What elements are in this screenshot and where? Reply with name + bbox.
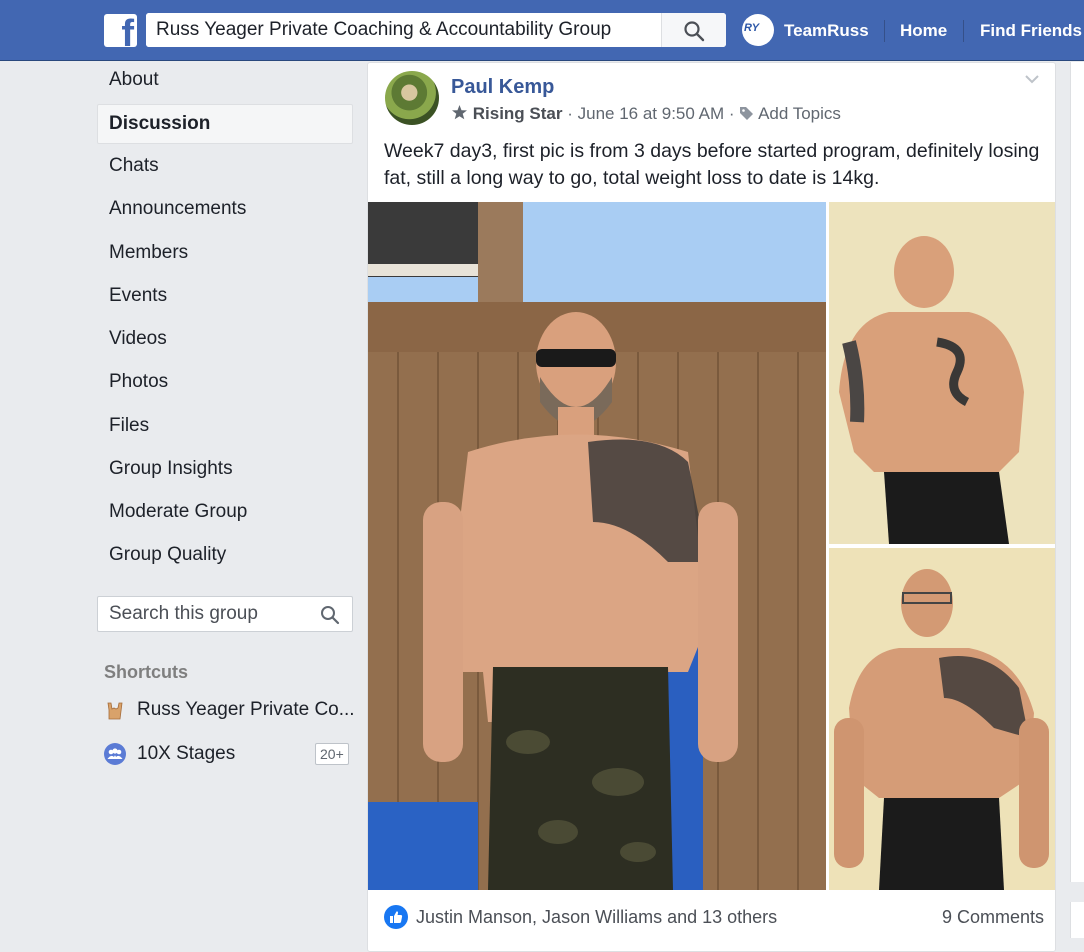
search-icon[interactable] xyxy=(320,605,340,625)
home-link[interactable]: Home xyxy=(900,21,947,41)
meta-separator: · xyxy=(567,104,573,123)
post-author-name[interactable]: Paul Kemp xyxy=(451,76,554,99)
notification-count-badge: 20+ xyxy=(315,743,349,765)
shortcut-russ-yeager-group[interactable]: Russ Yeager Private Co... xyxy=(104,696,355,726)
sidebar-item-chats[interactable]: Chats xyxy=(97,146,353,186)
sidebar-item-videos[interactable]: Videos xyxy=(97,319,353,359)
photo-front-after-image xyxy=(829,548,1055,890)
shortcuts-heading: Shortcuts xyxy=(104,662,189,682)
group-icon xyxy=(104,743,126,765)
sidebar-item-discussion[interactable]: Discussion xyxy=(97,104,353,144)
photo-front-before-image xyxy=(368,202,826,890)
global-search-input[interactable] xyxy=(146,13,651,47)
facebook-logo-icon[interactable]: f xyxy=(104,14,137,47)
meta-separator: · xyxy=(728,104,735,123)
sidebar-item-photos[interactable]: Photos xyxy=(97,362,353,402)
global-search-box xyxy=(146,13,726,47)
comments-count-link[interactable]: 9 Comments xyxy=(942,907,1044,928)
sidebar-item-moderate-group[interactable]: Moderate Group xyxy=(97,492,353,532)
reactions-summary[interactable]: Justin Manson, Jason Williams and 13 oth… xyxy=(416,907,777,928)
star-badge-icon xyxy=(452,105,467,120)
group-search-input[interactable] xyxy=(98,597,330,631)
search-button[interactable] xyxy=(661,13,726,47)
shortcut-label: 10X Stages xyxy=(137,743,236,764)
search-icon xyxy=(684,21,705,42)
chevron-down-icon[interactable] xyxy=(1024,73,1040,85)
shortcut-label: Russ Yeager Private Co... xyxy=(137,699,355,720)
photo-back-image xyxy=(829,202,1055,544)
sidebar-item-announcements[interactable]: Announcements xyxy=(97,189,353,229)
tag-icon xyxy=(740,107,754,120)
sidebar-item-group-insights[interactable]: Group Insights xyxy=(97,449,353,489)
shortcut-10x-stages[interactable]: 10X Stages 20+ xyxy=(104,740,354,770)
reactions-bar: Justin Manson, Jason Williams and 13 oth… xyxy=(384,905,1044,929)
post-photo-front-after[interactable] xyxy=(829,548,1055,890)
author-avatar[interactable] xyxy=(385,71,439,125)
right-column-panel xyxy=(1070,62,1084,882)
avatar: RY xyxy=(742,14,774,46)
sidebar-item-events[interactable]: Events xyxy=(97,276,353,316)
sidebar-item-members[interactable]: Members xyxy=(97,233,353,273)
sidebar-item-files[interactable]: Files xyxy=(97,406,353,446)
sidebar-item-group-quality[interactable]: Group Quality xyxy=(97,535,353,575)
post-meta: Rising Star · June 16 at 9:50 AM · Add T… xyxy=(451,104,841,124)
sidebar-item-about[interactable]: About xyxy=(97,60,353,100)
post-timestamp[interactable]: June 16 at 9:50 AM xyxy=(578,104,725,123)
profile-name: TeamRuss xyxy=(784,21,869,40)
add-topics-link[interactable]: Add Topics xyxy=(758,104,841,123)
rock-hand-icon xyxy=(107,702,123,720)
post-photo-back[interactable] xyxy=(829,202,1055,544)
group-search-box xyxy=(97,596,353,632)
post-text: Week7 day3, first pic is from 3 days bef… xyxy=(384,140,1040,189)
post-photo-front-before[interactable] xyxy=(368,202,826,890)
member-badge-label[interactable]: Rising Star xyxy=(473,104,563,123)
nav-divider xyxy=(884,20,885,42)
find-friends-link[interactable]: Find Friends xyxy=(980,21,1082,41)
feed-post: Paul Kemp Rising Star · June 16 at 9:50 … xyxy=(367,62,1056,952)
like-reaction-icon[interactable] xyxy=(384,905,408,929)
top-navigation-bar: f RY TeamRuss Home Find Friends xyxy=(0,0,1084,61)
nav-divider xyxy=(963,20,964,42)
right-column-panel xyxy=(1070,902,1084,938)
